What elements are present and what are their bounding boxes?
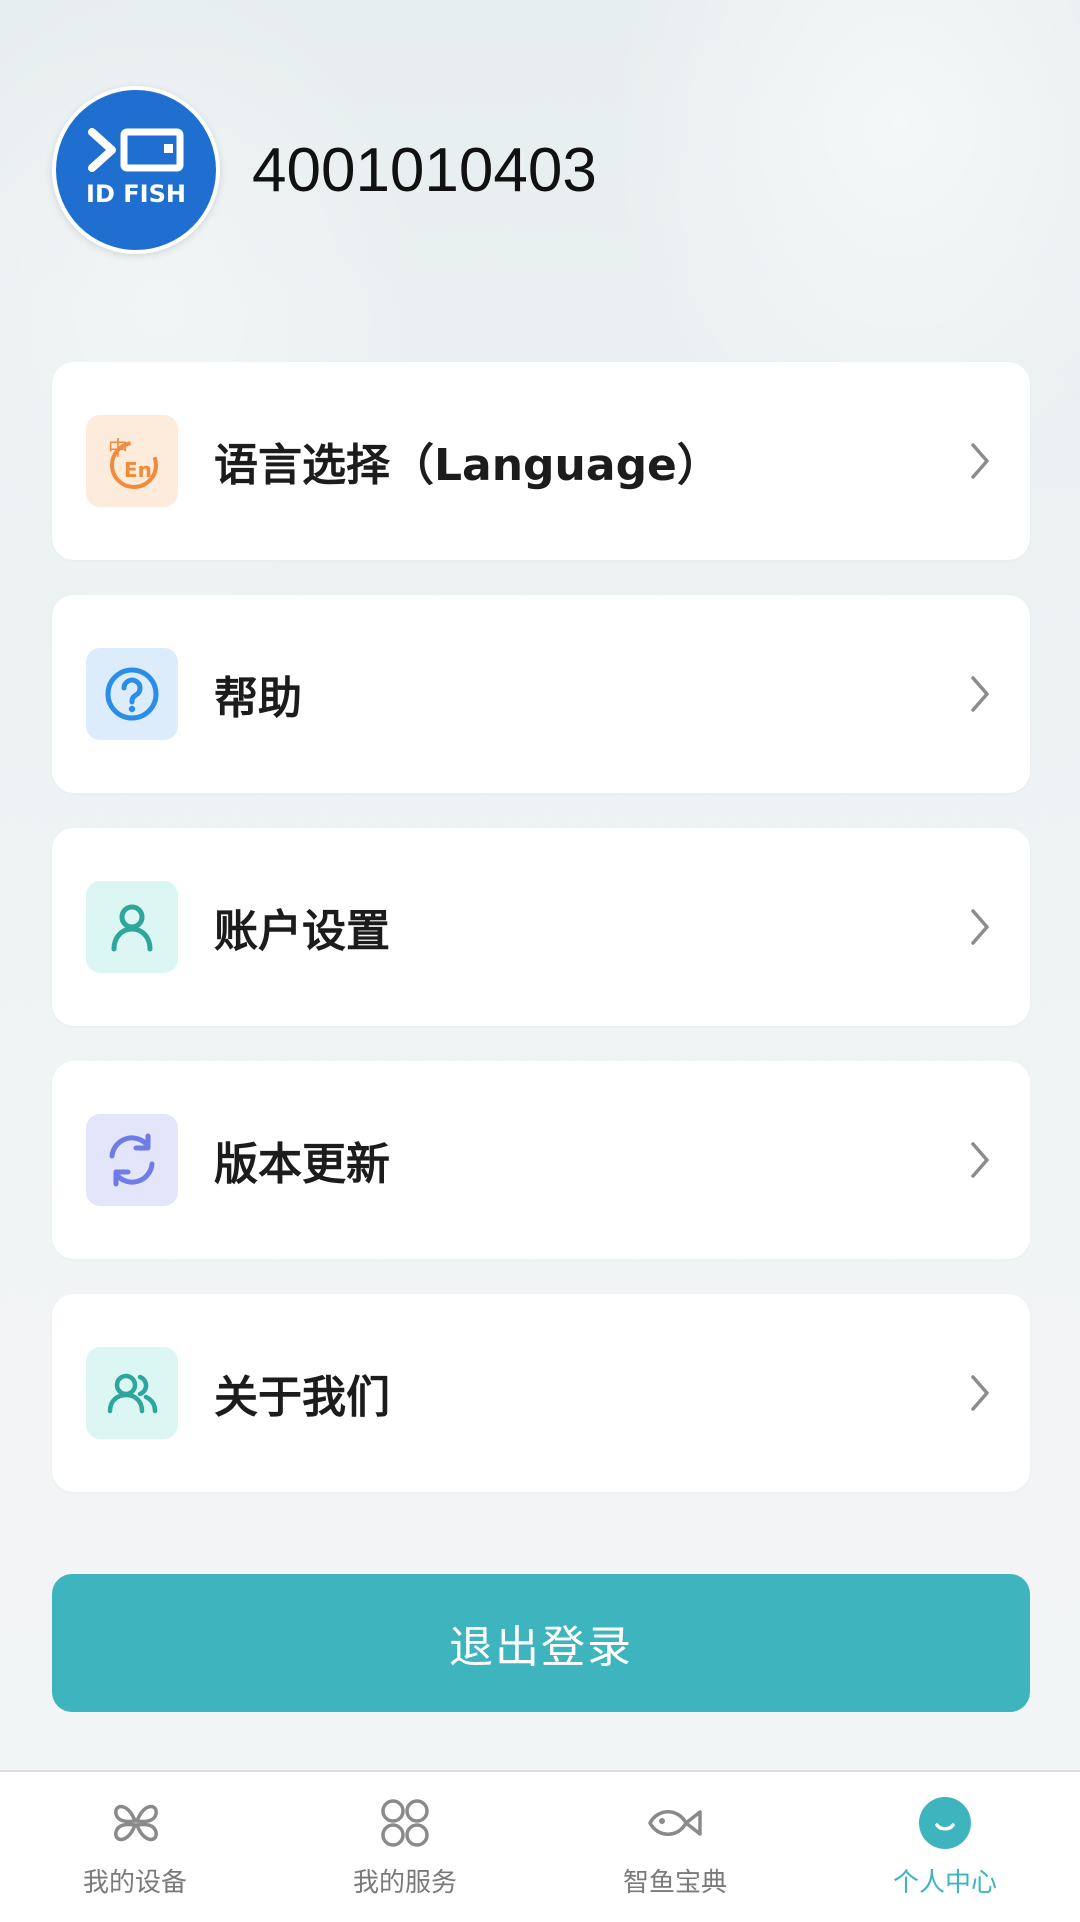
refresh-update-icon bbox=[86, 1114, 178, 1206]
fish-icon bbox=[646, 1794, 704, 1852]
tab-my-services[interactable]: 我的服务 bbox=[270, 1772, 540, 1922]
chevron-right-icon bbox=[960, 441, 1000, 481]
language-zh-en-icon: 中 En bbox=[86, 415, 178, 507]
tab-label-my-devices: 我的设备 bbox=[82, 1868, 187, 1898]
menu-item-about-us[interactable]: 关于我们 bbox=[52, 1294, 1030, 1492]
menu-label-language: 语言选择（Language） bbox=[214, 440, 721, 491]
svg-text:中: 中 bbox=[108, 436, 128, 460]
menu-label-account-settings: 账户设置 bbox=[214, 906, 390, 957]
menu-item-account-settings[interactable]: 账户设置 bbox=[52, 828, 1030, 1026]
about-users-icon bbox=[86, 1347, 178, 1439]
svg-text:En: En bbox=[124, 458, 152, 482]
profile-header: ID FISH 4001010403 bbox=[52, 84, 597, 256]
menu-label-help: 帮助 bbox=[214, 673, 302, 724]
chevron-right-icon bbox=[960, 1373, 1000, 1413]
tab-label-profile-center: 个人中心 bbox=[892, 1868, 997, 1898]
help-question-icon bbox=[86, 648, 178, 740]
logo-text: ID FISH bbox=[86, 180, 186, 208]
account-user-icon bbox=[86, 881, 178, 973]
chevron-right-icon bbox=[960, 674, 1000, 714]
service-grid-icon bbox=[376, 1794, 434, 1852]
avatar[interactable]: ID FISH bbox=[52, 86, 220, 254]
tab-profile-center[interactable]: 个人中心 bbox=[810, 1772, 1080, 1922]
chevron-right-icon bbox=[960, 907, 1000, 947]
settings-menu: 中 En 语言选择（Language） 帮助 账户设置 版本更新 关于我们 bbox=[52, 362, 1030, 1527]
profile-smile-icon bbox=[916, 1794, 974, 1852]
id-fish-logo: ID FISH bbox=[56, 90, 216, 250]
menu-item-version-update[interactable]: 版本更新 bbox=[52, 1061, 1030, 1259]
menu-label-about-us: 关于我们 bbox=[214, 1372, 390, 1423]
tab-fish-guide[interactable]: 智鱼宝典 bbox=[540, 1772, 810, 1922]
menu-item-help[interactable]: 帮助 bbox=[52, 595, 1030, 793]
menu-item-language[interactable]: 中 En 语言选择（Language） bbox=[52, 362, 1030, 560]
tab-label-fish-guide: 智鱼宝典 bbox=[622, 1868, 727, 1898]
username: 4001010403 bbox=[252, 135, 597, 205]
tab-my-devices[interactable]: 我的设备 bbox=[0, 1772, 270, 1922]
chevron-right-icon bbox=[960, 1140, 1000, 1180]
menu-label-version-update: 版本更新 bbox=[214, 1139, 390, 1190]
logout-button[interactable]: 退出登录 bbox=[52, 1574, 1030, 1712]
tab-label-my-services: 我的服务 bbox=[352, 1868, 457, 1898]
device-clover-icon bbox=[106, 1794, 164, 1852]
bottom-tab-bar: 我的设备 我的服务 智鱼宝典 个人中心 bbox=[0, 1770, 1080, 1922]
